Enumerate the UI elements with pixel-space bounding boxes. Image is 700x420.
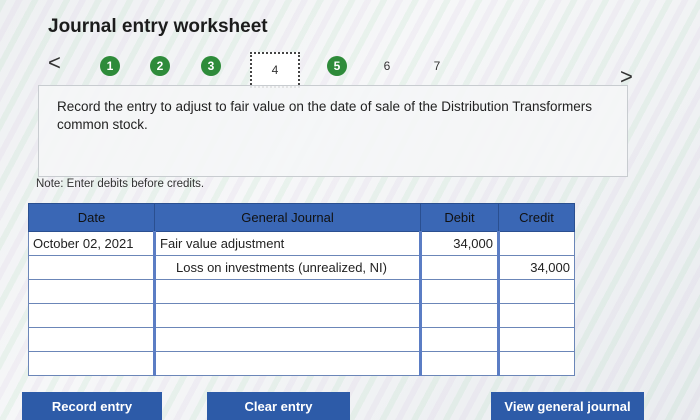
debit-cell[interactable] xyxy=(419,351,499,376)
date-cell[interactable] xyxy=(28,303,155,328)
step-navigator: 1 2 3 4 5 6 7 xyxy=(0,52,700,88)
table-row xyxy=(28,279,575,304)
instruction-text: Record the entry to adjust to fair value… xyxy=(57,99,593,132)
page-title: Journal entry worksheet xyxy=(48,16,268,37)
table-row xyxy=(28,351,575,376)
date-cell[interactable] xyxy=(28,255,155,280)
account-cell[interactable] xyxy=(153,327,421,352)
debit-cell[interactable] xyxy=(419,327,499,352)
step-6-button[interactable]: 6 xyxy=(377,56,397,76)
account-cell[interactable]: Loss on investments (unrealized, NI) xyxy=(153,255,421,280)
account-cell[interactable] xyxy=(153,303,421,328)
header-date: Date xyxy=(28,203,155,232)
header-credit: Credit xyxy=(498,203,575,232)
credit-cell[interactable] xyxy=(497,327,575,352)
credit-cell[interactable] xyxy=(497,351,575,376)
debit-cell[interactable]: 34,000 xyxy=(419,231,499,256)
credit-cell[interactable] xyxy=(497,303,575,328)
table-header-row: Date General Journal Debit Credit xyxy=(28,203,575,232)
date-cell[interactable] xyxy=(28,351,155,376)
step-5-button[interactable]: 5 xyxy=(327,56,347,76)
header-debit: Debit xyxy=(420,203,499,232)
step-1-button[interactable]: 1 xyxy=(100,56,120,76)
record-entry-button[interactable]: Record entry xyxy=(22,392,162,420)
account-cell[interactable] xyxy=(153,351,421,376)
account-cell[interactable]: Fair value adjustment xyxy=(153,231,421,256)
credit-cell[interactable]: 34,000 xyxy=(497,255,575,280)
table-row: October 02, 2021 Fair value adjustment 3… xyxy=(28,231,575,256)
debit-cell[interactable] xyxy=(419,303,499,328)
table-row xyxy=(28,303,575,328)
instruction-box: Record the entry to adjust to fair value… xyxy=(38,85,628,177)
clear-entry-button[interactable]: Clear entry xyxy=(207,392,350,420)
table-row xyxy=(28,327,575,352)
date-cell[interactable] xyxy=(28,327,155,352)
header-general-journal: General Journal xyxy=(154,203,421,232)
account-cell[interactable] xyxy=(153,279,421,304)
date-cell[interactable] xyxy=(28,279,155,304)
credit-cell[interactable] xyxy=(497,231,575,256)
step-3-button[interactable]: 3 xyxy=(201,56,221,76)
debit-cell[interactable] xyxy=(419,279,499,304)
table-row: Loss on investments (unrealized, NI) 34,… xyxy=(28,255,575,280)
credit-cell[interactable] xyxy=(497,279,575,304)
step-2-button[interactable]: 2 xyxy=(150,56,170,76)
note-text: Note: Enter debits before credits. xyxy=(36,178,205,190)
step-4-button[interactable]: 4 xyxy=(250,52,300,88)
step-7-button[interactable]: 7 xyxy=(427,56,447,76)
view-general-journal-button[interactable]: View general journal xyxy=(491,392,644,420)
journal-table: Date General Journal Debit Credit Octobe… xyxy=(28,203,575,376)
date-cell[interactable]: October 02, 2021 xyxy=(28,231,155,256)
debit-cell[interactable] xyxy=(419,255,499,280)
